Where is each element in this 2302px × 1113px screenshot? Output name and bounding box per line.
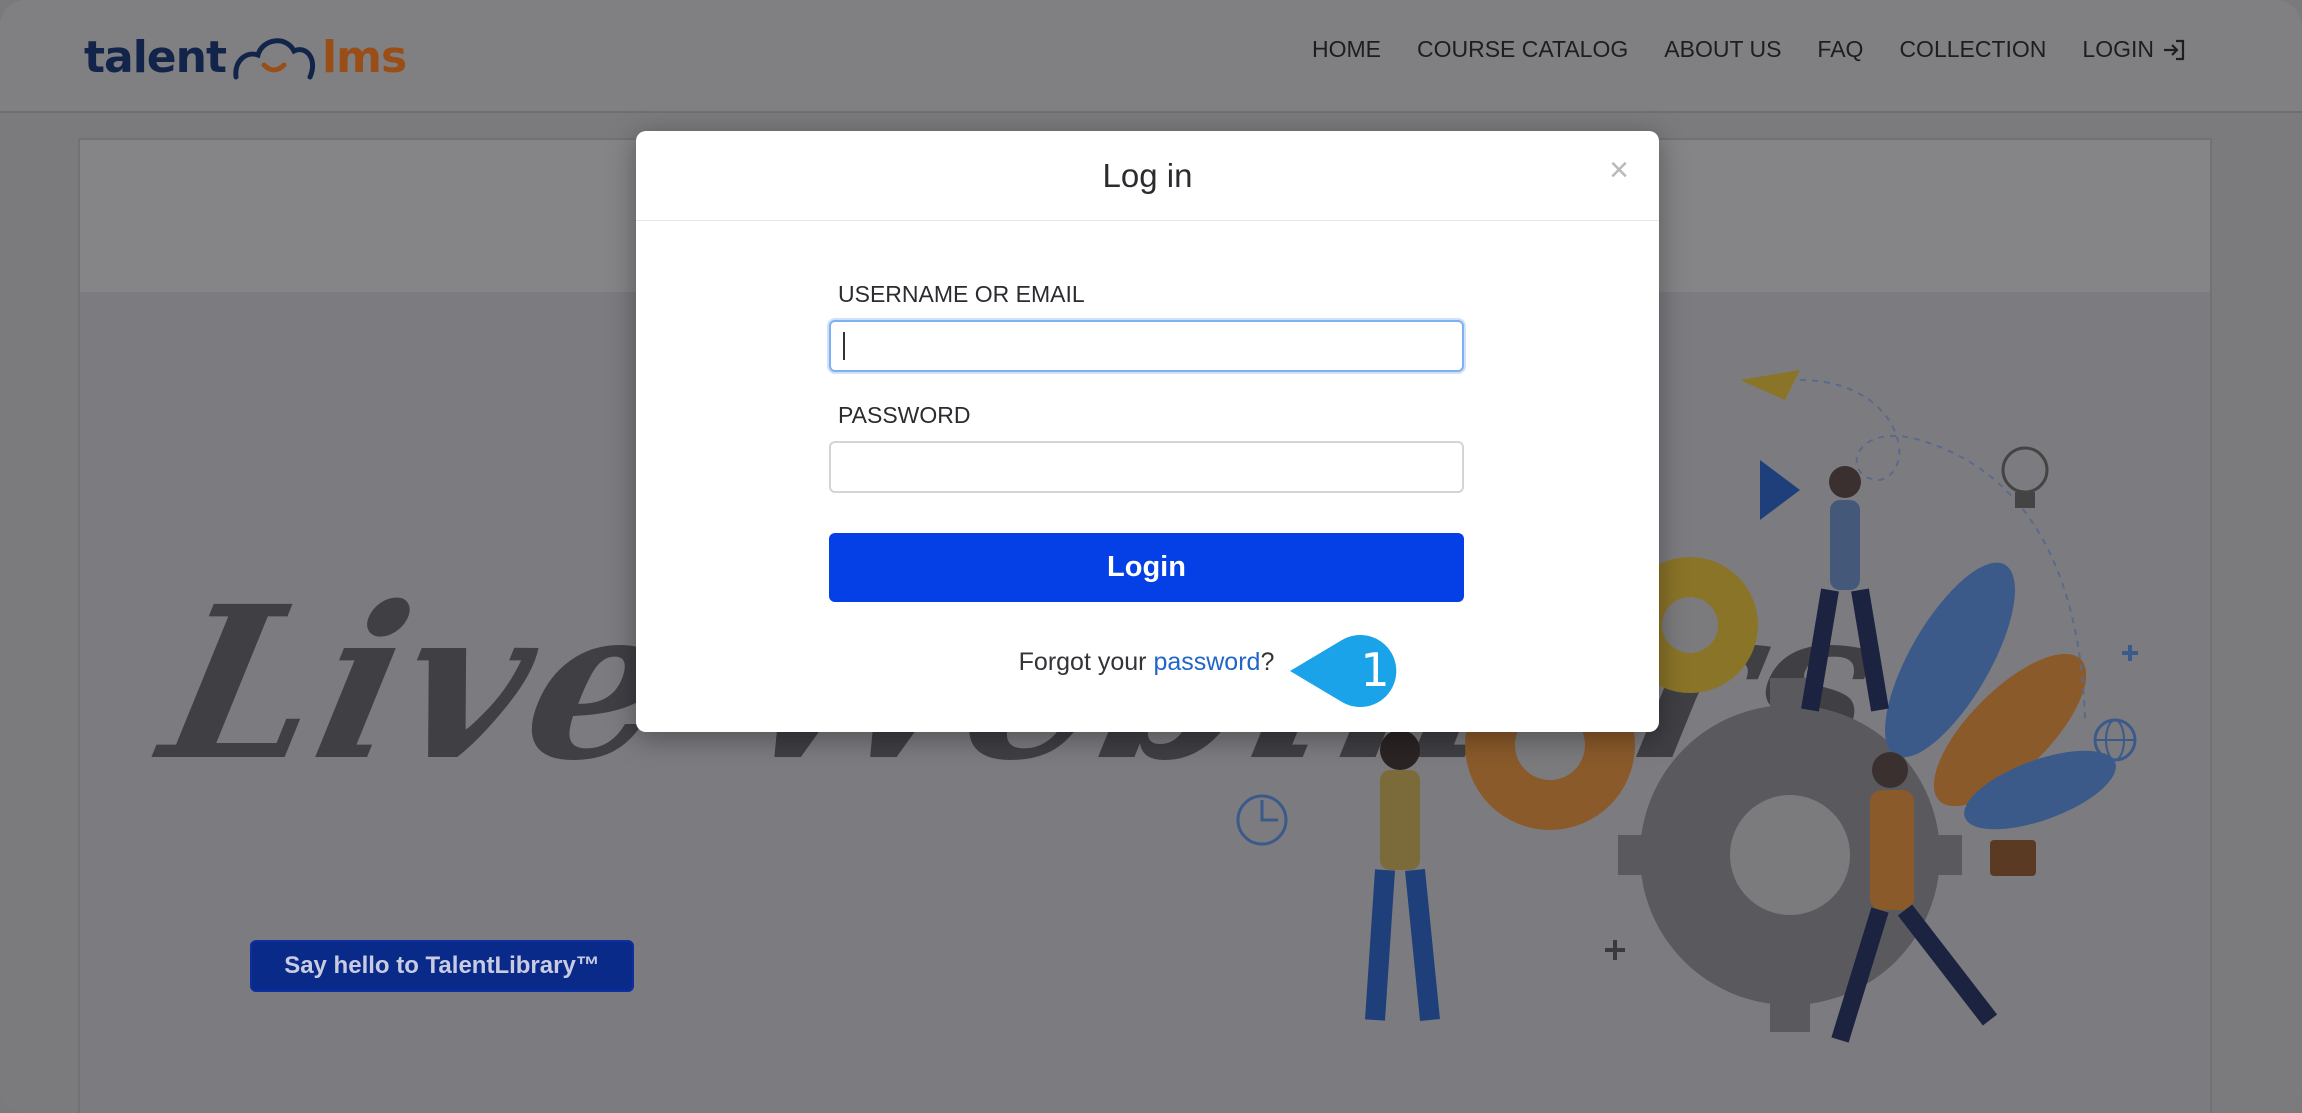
login-arrow-icon: [2164, 39, 2185, 60]
password-label: PASSWORD: [838, 402, 971, 428]
megaphone-person-icon: [1760, 460, 1889, 712]
modal-title: Log in: [1102, 156, 1193, 194]
nav-collection[interactable]: COLLECTION: [1899, 36, 2046, 63]
username-input[interactable]: [829, 320, 1464, 372]
nav-faq[interactable]: FAQ: [1817, 36, 1863, 63]
close-icon[interactable]: ×: [1609, 151, 1629, 190]
nav-course-catalog[interactable]: COURSE CATALOG: [1417, 36, 1628, 63]
forgot-password-link[interactable]: password: [1153, 648, 1260, 676]
forgot-suffix: ?: [1260, 648, 1275, 676]
login-form: USERNAME OR EMAIL PASSWORD Login Forgot …: [829, 281, 1464, 677]
logo-text-lms: lms: [322, 31, 407, 83]
modal-header: Log in ×: [636, 131, 1659, 221]
nav-login[interactable]: LOGIN: [2082, 36, 2186, 63]
nav-login-label: LOGIN: [2082, 36, 2154, 62]
paper-plane-icon: [1740, 370, 1800, 400]
login-modal: Log in × USERNAME OR EMAIL PASSWORD Logi…: [636, 131, 1659, 732]
lightbulb-icon: [2001, 446, 2049, 508]
nav-about-us[interactable]: ABOUT US: [1664, 36, 1781, 63]
logo-text-talent: talent: [84, 31, 227, 83]
step-number: 1: [1360, 643, 1390, 697]
username-label: USERNAME OR EMAIL: [838, 281, 1085, 307]
app-window: talent lms HOME COURSE CATALOG ABOUT US …: [0, 0, 2302, 1113]
globe-icon: [2093, 718, 2137, 762]
main-nav: HOME COURSE CATALOG ABOUT US FAQ COLLECT…: [1312, 36, 2186, 63]
text-caret: [843, 332, 845, 360]
forgot-prefix: Forgot your: [1018, 648, 1154, 676]
username-input-wrap: [829, 320, 1464, 372]
password-input[interactable]: [829, 441, 1464, 493]
talentlms-logo[interactable]: talent lms: [84, 22, 407, 92]
talentlibrary-button[interactable]: Say hello to TalentLibrary™: [250, 940, 634, 992]
cloud-logo-icon: [233, 38, 316, 80]
clock-icon: [1236, 794, 1288, 846]
nav-home[interactable]: HOME: [1312, 36, 1381, 63]
login-button[interactable]: Login: [829, 533, 1464, 602]
woman-figure-icon: [1365, 730, 1440, 1021]
site-header: talent lms HOME COURSE CATALOG ABOUT US …: [0, 0, 2302, 113]
